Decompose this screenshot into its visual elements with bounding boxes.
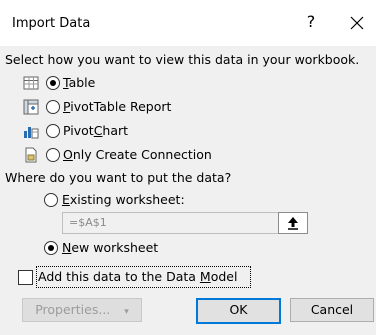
location-heading: Where do you want to put the data? bbox=[5, 170, 232, 185]
radio-pivotchart[interactable] bbox=[46, 124, 60, 138]
close-button[interactable] bbox=[345, 12, 369, 34]
range-picker-button[interactable] bbox=[278, 212, 308, 234]
connection-icon bbox=[25, 147, 37, 163]
table-icon bbox=[23, 76, 39, 90]
radio-pivottable[interactable] bbox=[46, 100, 60, 114]
range-input[interactable]: =$A$1 bbox=[62, 212, 308, 234]
properties-label: Properties... bbox=[35, 302, 111, 317]
cancel-button[interactable]: Cancel bbox=[290, 298, 374, 322]
radio-new-worksheet[interactable] bbox=[44, 241, 58, 255]
option-pivotchart-label[interactable]: PivotChart bbox=[63, 123, 128, 138]
data-model-label[interactable]: Add this data to the Data Model bbox=[38, 269, 237, 284]
dropdown-arrow-icon: ▾ bbox=[124, 307, 129, 317]
range-value: =$A$1 bbox=[69, 216, 107, 229]
collapse-dialog-icon bbox=[288, 217, 298, 230]
existing-worksheet-label[interactable]: Existing worksheet: bbox=[62, 192, 185, 207]
new-worksheet-label[interactable]: New worksheet bbox=[62, 240, 158, 255]
dialog-title: Import Data bbox=[12, 16, 91, 31]
radio-only-connection[interactable] bbox=[46, 148, 60, 162]
help-button[interactable]: ? bbox=[300, 12, 322, 31]
option-table-label[interactable]: Table bbox=[63, 75, 95, 90]
title-bar: Import Data ? bbox=[0, 0, 376, 46]
view-heading: Select how you want to view this data in… bbox=[5, 52, 360, 67]
radio-table[interactable] bbox=[46, 76, 60, 90]
data-model-checkbox[interactable] bbox=[18, 270, 33, 285]
radio-existing-worksheet[interactable] bbox=[44, 193, 58, 207]
option-connection-label[interactable]: Only Create Connection bbox=[63, 147, 212, 162]
ok-button[interactable]: OK bbox=[196, 298, 281, 324]
import-data-dialog: Import Data ? Select how you want to vie… bbox=[0, 0, 376, 335]
close-icon bbox=[350, 16, 364, 30]
option-pivottable-label[interactable]: PivotTable Report bbox=[63, 99, 171, 114]
pivottable-icon bbox=[23, 99, 39, 115]
pivotchart-icon bbox=[24, 127, 39, 139]
properties-button[interactable]: Properties... ▾ bbox=[22, 298, 142, 322]
